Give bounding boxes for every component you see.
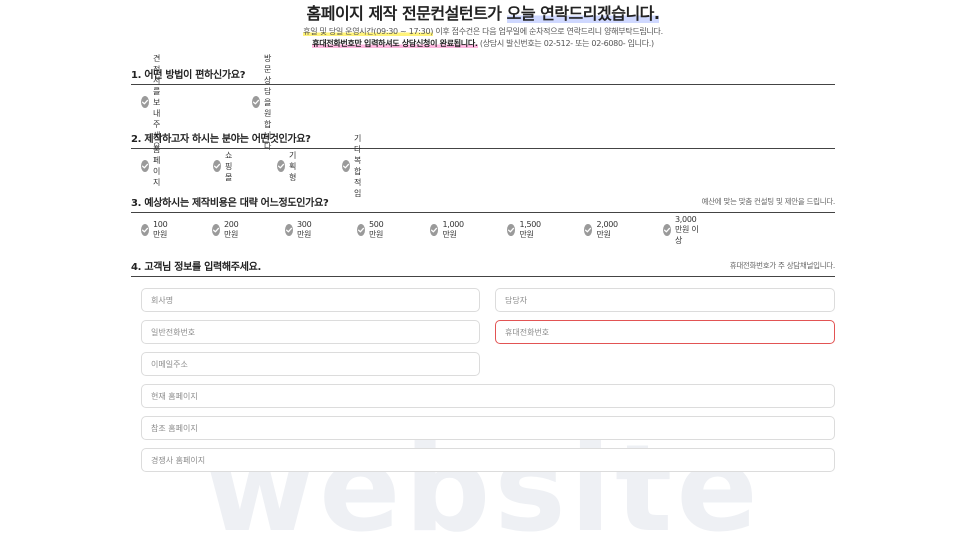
check-icon [285,224,293,236]
check-icon [213,160,221,172]
option-label: 2,000만원 [596,220,618,239]
caller-number-text: (상담시 발신번호는 02-512- 또는 02-6080- 입니다.) [477,39,654,48]
business-hours-text: 이후 접수건은 다음 업무일에 순차적으로 연락드리니 양해부탁드립니다. [433,27,663,36]
section-budget-note: 예산에 맞는 맞춤 컨설팅 및 제안을 드립니다. [701,197,836,206]
option-budget-200[interactable]: 200만원 [212,220,242,239]
option-label: 200만원 [224,220,239,239]
option-budget-500[interactable]: 500만원 [357,220,387,239]
mobile-notice: 휴대전화번호만 입력하셔도 상담신청이 완료됩니다. (상담시 발신번호는 02… [0,38,966,49]
option-label: 기타 복합적임 [354,134,362,198]
option-label: 쇼핑몰 [225,150,233,182]
option-label: 300만원 [297,220,312,239]
option-label: 100만원 [153,220,168,239]
page-title: 홈페이지 제작 전문컨설턴트가 오늘 연락드리겠습니다. [0,0,966,24]
option-label: 1,500만원 [519,220,541,239]
section-info-note: 휴대전화번호가 주 상담채널입니다. [729,261,836,270]
option-field-shopping[interactable]: 쇼핑몰 [213,151,236,182]
option-label: 기획형 [289,150,297,182]
business-hours-highlight: 휴일 및 당일 운영시간(09:30 ~ 17:30) [303,27,434,36]
title-text: 홈페이지 제작 전문컨설턴트가 [306,4,503,23]
mobile-notice-highlight: 휴대전화번호만 입력하셔도 상담신청이 완료됩니다. [312,39,478,48]
check-icon [141,96,149,108]
check-icon [342,160,350,172]
current-homepage-input[interactable] [141,384,835,408]
title-highlight: 오늘 연락드리겠습니다. [506,4,660,23]
option-budget-2000[interactable]: 2,000만원 [584,220,621,239]
section-method-header: 1. 어떤 방법이 편하신가요? [131,64,835,85]
option-budget-1000[interactable]: 1,000만원 [430,220,467,239]
option-field-complex[interactable]: 기타 복합적임 [342,134,365,198]
check-icon [141,224,149,236]
check-icon [141,160,149,172]
option-method-visit[interactable]: 방문상담을 원합니다. [252,54,277,151]
check-icon [277,160,285,172]
check-icon [663,224,671,236]
company-input[interactable] [141,288,480,312]
competitor-homepage-input[interactable] [141,448,835,472]
option-field-planning[interactable]: 기획형 [277,151,300,182]
option-budget-1500[interactable]: 1,500만원 [507,220,544,239]
option-label: 3,000만원 이상 [675,214,699,245]
section-field-header: 2. 제작하고자 하시는 분야는 어떤것인가요? [131,128,835,149]
reference-homepage-input[interactable] [141,416,835,440]
check-icon [212,224,220,236]
option-method-quote[interactable]: 견적서를 보내주세요. [141,54,166,151]
section-budget-header: 3. 예상하시는 제작비용은 대략 어느정도인가요? 예산에 맞는 맞춤 컨설팅… [131,192,835,213]
mobile-input[interactable] [495,320,835,344]
section-info-header: 4. 고객님 정보를 입력해주세요. 휴대전화번호가 주 상담채널입니다. [131,256,835,277]
option-budget-300[interactable]: 300만원 [285,220,315,239]
section-info-title: 4. 고객님 정보를 입력해주세요. [131,262,262,273]
business-hours-notice: 휴일 및 당일 운영시간(09:30 ~ 17:30) 이후 접수건은 다음 업… [0,26,966,37]
manager-input[interactable] [495,288,835,312]
check-icon [357,224,365,236]
section-budget-title: 3. 예상하시는 제작비용은 대략 어느정도인가요? [131,198,329,209]
phone-input[interactable] [141,320,480,344]
check-icon [507,224,516,236]
section-field-title: 2. 제작하고자 하시는 분야는 어떤것인가요? [131,134,311,145]
option-budget-3000-plus[interactable]: 3,000만원 이상 [663,215,700,245]
option-label: 1,000만원 [442,220,464,239]
option-budget-100[interactable]: 100만원 [141,220,171,239]
check-icon [430,224,439,236]
option-label: 홈페이지 [153,145,161,187]
section-method-title: 1. 어떤 방법이 편하신가요? [131,70,246,81]
check-icon [252,96,260,108]
email-input[interactable] [141,352,480,376]
option-field-homepage[interactable]: 홈페이지 [141,145,164,187]
option-label: 500만원 [369,220,384,239]
check-icon [584,224,593,236]
